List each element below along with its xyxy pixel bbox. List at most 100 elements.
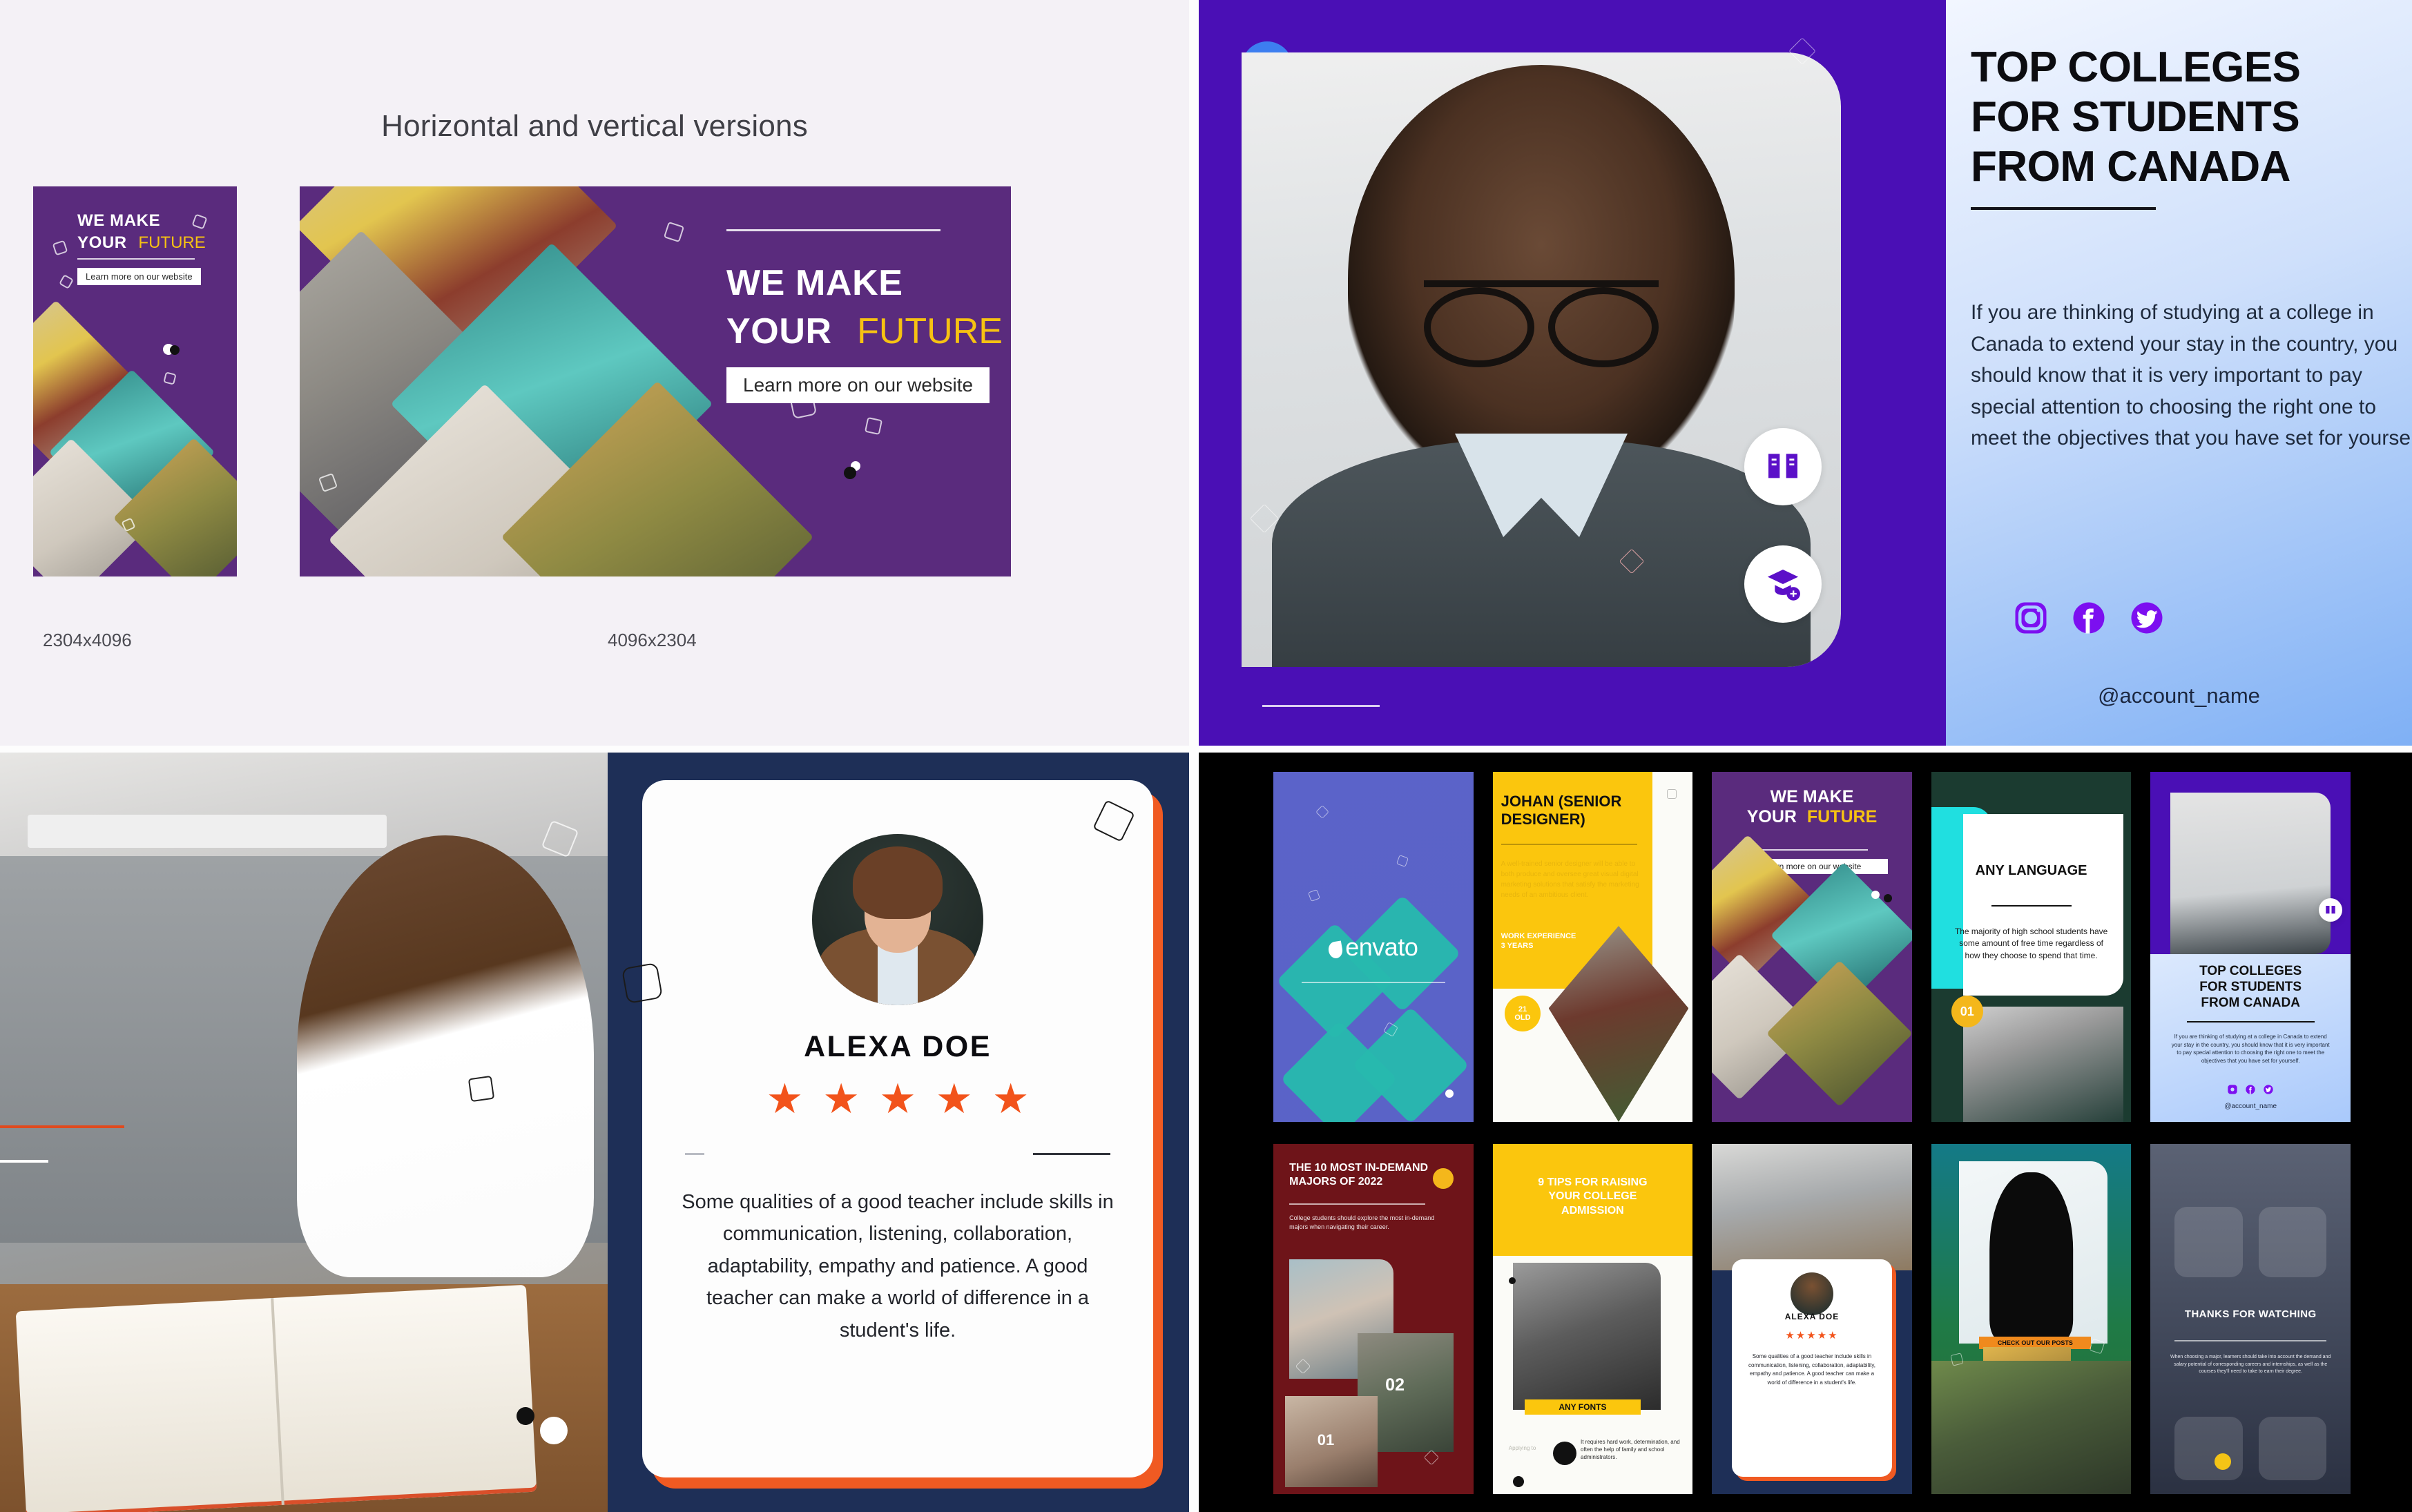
book-icon [1768, 454, 1797, 478]
gallery-item-alexa[interactable]: ALEXA DOE ★★★★★ Some qualities of a good… [1712, 1144, 1912, 1494]
majors-body: College students should explore the most… [1289, 1214, 1435, 1231]
review-body: Some qualities of a good teacher include… [682, 1191, 1114, 1341]
study-video-still [1712, 1144, 1912, 1270]
rule [1501, 844, 1637, 845]
decor-dot-black [1508, 1277, 1516, 1284]
cta-button-vertical[interactable]: Learn more on our website [77, 268, 201, 285]
decor-square-icon [1396, 854, 1409, 867]
gallery-item-majors[interactable]: THE 10 MOST IN-DEMAND MAJORS OF 2022 Col… [1273, 1144, 1474, 1494]
body-line-2: Canada to extend your stay in the countr… [1971, 332, 2398, 356]
decor-dot-black [170, 345, 180, 355]
headline-line-1: WE MAKE [1770, 787, 1854, 806]
decor-rounded-square [2174, 1417, 2243, 1480]
thanks-title: THANKS FOR WATCHING [2184, 1308, 2317, 1321]
tips-note: It requires hard work, determination, an… [1581, 1438, 1680, 1461]
title-line-1: THE 10 MOST IN-DEMAND [1289, 1162, 1429, 1174]
gallery-item-posts[interactable]: CHECK OUT OUR POSTS [1931, 1144, 2132, 1494]
graduation-add-icon-button[interactable] [1744, 545, 1822, 623]
step-number: 01 [1951, 996, 1983, 1028]
title-line-1: 9 TIPS FOR RAISING [1538, 1176, 1648, 1188]
rule [1289, 1203, 1426, 1205]
colleges-body: If you are thinking of studying at a col… [2171, 1034, 2330, 1064]
posts-photo-low [1931, 1361, 2132, 1494]
rule-left [685, 1153, 704, 1155]
facebook-icon[interactable] [2070, 599, 2107, 637]
decor-rounded-square [2258, 1417, 2327, 1480]
portrait-face [1348, 64, 1735, 493]
social-links [2012, 599, 2165, 637]
colleges-text-panel: TOP COLLEGES FOR STUDENTS FROM CANADA If… [2150, 953, 2351, 1122]
headline-line-2-row: YOUR FUTURE [77, 233, 206, 253]
decor-square-icon [1424, 1449, 1440, 1466]
account-name: @account_name [2224, 1102, 2277, 1110]
glasses-icon [1424, 280, 1659, 367]
instagram-icon[interactable] [2227, 1084, 2238, 1095]
decor-line [1262, 705, 1380, 707]
decor-square-icon [864, 416, 883, 436]
banner-horizontal-headline: WE MAKE YOUR FUTURE [726, 262, 1003, 352]
majors-number-b: 01 [1317, 1431, 1335, 1448]
instagram-icon[interactable] [2012, 599, 2049, 637]
panel-top-colleges: TOP COLLEGES FOR STUDENTS FROM CANADA If… [1199, 0, 2412, 746]
student-figure [297, 835, 594, 1277]
twitter-icon[interactable] [2128, 599, 2165, 637]
teacher-name: ALEXA DOE [1784, 1311, 1840, 1321]
open-book [15, 1284, 537, 1512]
graduation-add-icon [1553, 1441, 1577, 1465]
gallery-item-tips[interactable]: 9 TIPS FOR RAISING YOUR COLLEGE ADMISSIO… [1492, 1144, 1693, 1494]
headline-line-2: YOUR [726, 311, 832, 351]
johan-title: JOHAN (SENIOR DESIGNER) [1501, 793, 1622, 828]
shelf [28, 815, 387, 848]
decor-dot-white [1445, 1089, 1454, 1098]
star-icon: ★ [879, 1076, 916, 1122]
decor-line-red [0, 1125, 124, 1128]
headline-accent: FUTURE [1806, 807, 1878, 826]
tips-title: 9 TIPS FOR RAISING YOUR COLLEGE ADMISSIO… [1505, 1176, 1681, 1219]
facebook-icon[interactable] [2245, 1084, 2256, 1095]
star-icon: ★ [935, 1076, 973, 1122]
gallery-item-thanks[interactable]: THANKS FOR WATCHING When choosing a majo… [2150, 1144, 2351, 1494]
star-rating: ★ ★ ★ ★ ★ [642, 1078, 1153, 1120]
decor-square-icon [1315, 804, 1329, 819]
decor-dot-black [1883, 894, 1892, 903]
book-icon [2326, 905, 2336, 913]
headline-line-1: WE MAKE [77, 211, 161, 230]
thanks-body: When choosing a major, learners should t… [2170, 1355, 2331, 1375]
panel-gallery: envato JOHAN (SENIOR DESIGNER) A well-tr… [1199, 753, 2412, 1512]
decor-line [1301, 982, 1446, 984]
decor-square-icon [789, 391, 818, 420]
panel-teacher-review: ALEXA DOE ★ ★ ★ ★ ★ Some qualities of a … [0, 753, 1189, 1512]
banner-vertical-preview[interactable]: WE MAKE YOUR FUTURE Learn more on our we… [33, 186, 237, 576]
banner-horizontal-preview[interactable]: WE MAKE YOUR FUTURE Learn more on our we… [300, 186, 1011, 576]
gallery-item-any-language[interactable]: ANY LANGUAGE The majority of high school… [1931, 772, 2132, 1122]
book-icon-button[interactable] [2319, 898, 2343, 922]
colleges-heading: TOP COLLEGES FOR STUDENTS FROM CANADA [1971, 43, 2412, 192]
gallery-item-future[interactable]: WE MAKE YOUR FUTURE Learn more on our we… [1712, 772, 1912, 1122]
social-links [2150, 1084, 2351, 1095]
heading-divider [1971, 207, 2156, 210]
headline-line-2-row: YOUR FUTURE [1712, 807, 1912, 827]
language-title: ANY LANGUAGE [1975, 862, 2087, 878]
gallery-item-top-colleges[interactable]: TOP COLLEGES FOR STUDENTS FROM CANADA If… [2150, 772, 2351, 1122]
cta-button-horizontal[interactable]: Learn more on our website [726, 367, 990, 403]
page-title: Horizontal and vertical versions [381, 109, 808, 143]
gallery-item-johan[interactable]: JOHAN (SENIOR DESIGNER) A well-trained s… [1492, 772, 1693, 1122]
headline-line-2: YOUR [77, 233, 127, 252]
heading-line-2: FOR STUDENTS [1971, 93, 2300, 141]
title-line-2: MAJORS OF 2022 [1289, 1175, 1383, 1188]
title-line-2: FOR STUDENTS [2199, 980, 2302, 995]
avatar [1790, 1272, 1833, 1316]
decor-dot-black [1512, 1475, 1524, 1487]
johan-experience: WORK EXPERIENCE 3 YEARS [1501, 932, 1576, 951]
envato-wordmark: envato [1345, 932, 1418, 961]
book-icon-button[interactable] [1744, 428, 1822, 505]
decor-rounded-square [2174, 1207, 2243, 1277]
headline-accent: FUTURE [857, 311, 1003, 351]
headline-line-1: WE MAKE [726, 263, 903, 303]
language-body: The majority of high school students hav… [1954, 927, 2108, 960]
gallery-item-envato[interactable]: envato [1273, 772, 1474, 1122]
decor-dot-black [517, 1407, 534, 1425]
rule-right [1033, 1153, 1110, 1155]
twitter-icon[interactable] [2263, 1084, 2274, 1095]
study-video-still [0, 753, 608, 1512]
